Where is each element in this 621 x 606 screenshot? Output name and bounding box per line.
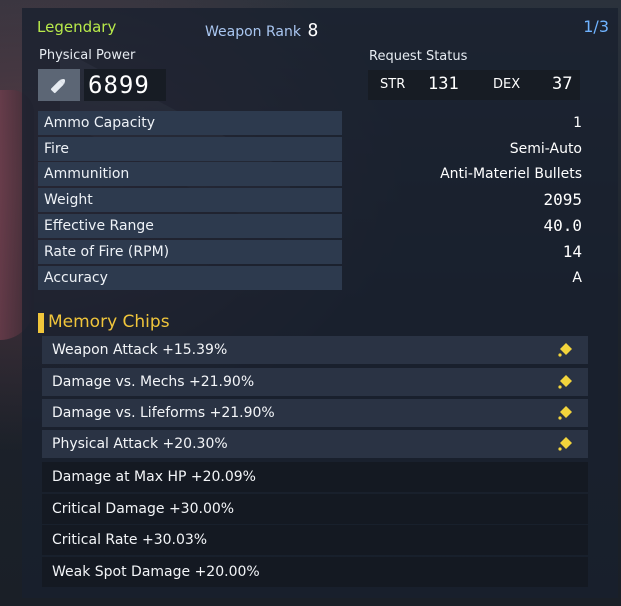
diamond-icon bbox=[558, 406, 572, 420]
dex-label: DEX bbox=[493, 77, 521, 92]
memory-chip-item[interactable]: Critical Damage +30.00% bbox=[42, 494, 588, 524]
stat-value: Semi-Auto bbox=[509, 141, 582, 157]
stat-row-effective-range: Effective Range 40.0 bbox=[38, 214, 590, 238]
stat-name: Accuracy bbox=[38, 266, 342, 290]
memory-chip-item[interactable]: Damage at Max HP +20.09% bbox=[42, 462, 588, 492]
bullet-icon bbox=[38, 69, 80, 101]
stat-row-rate-of-fire: Rate of Fire (RPM) 14 bbox=[38, 240, 590, 264]
chip-label: Damage vs. Mechs +21.90% bbox=[52, 374, 255, 390]
stat-row-accuracy: Accuracy A bbox=[38, 266, 590, 290]
page-indicator[interactable]: 1/3 bbox=[583, 17, 609, 36]
rarity-label: Legendary bbox=[37, 18, 117, 36]
chip-label: Weak Spot Damage +20.00% bbox=[52, 564, 260, 580]
dex-value: 37 bbox=[552, 74, 573, 94]
chip-label: Critical Damage +30.00% bbox=[52, 501, 235, 517]
chip-label: Weapon Attack +15.39% bbox=[52, 342, 228, 358]
chip-label: Damage vs. Lifeforms +21.90% bbox=[52, 405, 275, 421]
memory-chips-title: Memory Chips bbox=[38, 312, 170, 333]
stat-name: Ammo Capacity bbox=[38, 111, 342, 135]
stat-name: Rate of Fire (RPM) bbox=[38, 240, 342, 264]
str-value: 131 bbox=[428, 74, 459, 94]
memory-chip-item[interactable]: Physical Attack +20.30% bbox=[42, 430, 588, 458]
memory-chip-item[interactable]: Weak Spot Damage +20.00% bbox=[42, 557, 588, 587]
memory-chip-item[interactable]: Damage vs. Mechs +21.90% bbox=[42, 368, 588, 396]
chip-label: Critical Rate +30.03% bbox=[52, 532, 208, 548]
memory-chip-item[interactable]: Critical Rate +30.03% bbox=[42, 525, 588, 555]
physical-power-value: 6899 bbox=[84, 69, 166, 101]
request-status-label: Request Status bbox=[369, 49, 468, 64]
chip-label: Damage at Max HP +20.09% bbox=[52, 469, 256, 485]
stat-value: A bbox=[572, 270, 582, 286]
str-label: STR bbox=[380, 77, 406, 92]
request-status-box: STR 131 DEX 37 bbox=[368, 70, 580, 100]
memory-chip-item[interactable]: Weapon Attack +15.39% bbox=[42, 336, 588, 364]
stat-value: 1 bbox=[573, 115, 582, 131]
stat-row-fire: Fire Semi-Auto bbox=[38, 137, 590, 161]
stat-name: Weight bbox=[38, 188, 342, 212]
stat-row-ammo-capacity: Ammo Capacity 1 bbox=[38, 111, 590, 135]
physical-power-label: Physical Power bbox=[39, 48, 136, 63]
diamond-icon bbox=[558, 375, 572, 389]
stat-name: Effective Range bbox=[38, 214, 342, 238]
memory-chip-item[interactable]: Damage vs. Lifeforms +21.90% bbox=[42, 399, 588, 427]
stat-row-weight: Weight 2095 bbox=[38, 188, 590, 212]
stat-row-ammunition: Ammunition Anti-Materiel Bullets bbox=[38, 162, 590, 186]
stat-value: 40.0 bbox=[543, 216, 582, 235]
stat-value: 2095 bbox=[543, 190, 582, 209]
stat-value: Anti-Materiel Bullets bbox=[440, 166, 582, 182]
diamond-icon bbox=[558, 437, 572, 451]
chip-label: Physical Attack +20.30% bbox=[52, 436, 228, 452]
weapon-rank-value: 8 bbox=[307, 20, 319, 41]
weapon-rank: Weapon Rank 8 bbox=[205, 20, 318, 41]
diamond-icon bbox=[558, 343, 572, 357]
stat-name: Fire bbox=[38, 137, 342, 161]
weapon-rank-label: Weapon Rank bbox=[205, 24, 301, 40]
stat-name: Ammunition bbox=[38, 162, 342, 186]
stat-value: 14 bbox=[562, 242, 582, 261]
